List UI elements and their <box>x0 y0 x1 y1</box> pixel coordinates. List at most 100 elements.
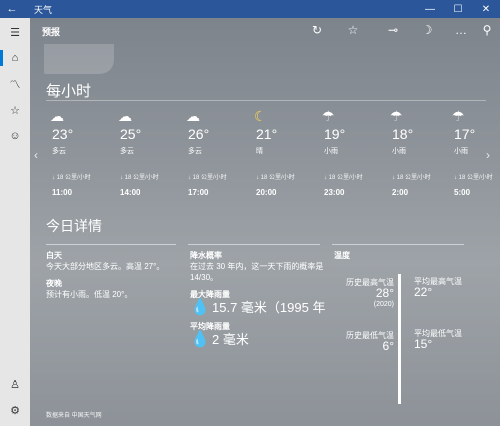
page-title: 预报 <box>42 27 61 37</box>
hour-temp: 25° <box>120 126 142 142</box>
hour-condition: 多云 <box>120 148 134 155</box>
max-rain-label: 最大降雨量 <box>190 290 230 299</box>
settings-icon[interactable]: ⚙ <box>0 398 30 422</box>
hour-time: 20:00 <box>256 188 277 197</box>
rain-icon: ☂ <box>390 108 403 124</box>
max-rain-value: 15.7 毫米（1995 年 <box>212 300 326 315</box>
hour-time: 14:00 <box>120 188 141 197</box>
main-content: 预报 ↻ ☆ ⊸ ☽ … ⚲ 每小时 ‹ › ☁ 23° 多云 ↓ 18 公里/… <box>30 18 500 426</box>
hourly-title: 每小时 <box>46 83 92 100</box>
hourly-list: ☁ 23° 多云 ↓ 18 公里/小时 11:00 ☁ 25° 多云 ↓ 18 … <box>46 106 493 218</box>
hour-wind: ↓ 18 公里/小时 <box>324 175 363 181</box>
back-button[interactable]: ← <box>0 3 24 15</box>
hour-item[interactable]: ☾ 21° 晴 ↓ 18 公里/小时 20:00 <box>250 106 312 218</box>
precip-label: 降水概率 <box>190 251 222 260</box>
moon-icon: ☾ <box>254 108 267 124</box>
hour-condition: 小雨 <box>454 148 468 155</box>
hour-condition: 小雨 <box>392 148 406 155</box>
avg-rain-label: 平均降雨量 <box>190 322 230 331</box>
pin-icon[interactable]: ⊸ <box>384 23 402 37</box>
temperature-column-left: 温度 历史最高气温 28° (2020) 历史最低气温 6° <box>334 250 394 352</box>
avg-rain-row: 💧 2 毫米 <box>190 331 332 348</box>
temperature-bar <box>398 274 401 404</box>
title-bar: ← 天气 — ☐ ✕ <box>0 0 500 18</box>
temperature-column-right: 平均最高气温 22° 平均最低气温 15° <box>414 276 494 350</box>
night-text: 预计有小雨。低温 20°。 <box>46 290 133 299</box>
favorites-icon[interactable]: ☆ <box>0 98 30 122</box>
divider <box>332 244 464 245</box>
avg-rain-value: 2 毫米 <box>212 332 249 347</box>
hour-item[interactable]: ☂ 17° 小雨 ↓ 18 公里/小时 5:00 <box>448 106 500 218</box>
lifestyle-icon[interactable]: ☺ <box>0 124 30 148</box>
command-bar: 预报 ↻ ☆ ⊸ ☽ … ⚲ <box>30 18 500 44</box>
hour-temp: 26° <box>188 126 210 142</box>
home-icon[interactable]: ⌂ <box>0 46 30 70</box>
avg-low-value: 15° <box>414 337 433 351</box>
hour-wind: ↓ 18 公里/小时 <box>454 175 493 181</box>
hour-wind: ↓ 18 公里/小时 <box>392 175 431 181</box>
favorite-icon[interactable]: ☆ <box>344 23 362 37</box>
close-button[interactable]: ✕ <box>472 4 500 15</box>
hamburger-menu-icon[interactable]: ☰ <box>0 20 30 44</box>
avg-high-value: 22° <box>414 285 433 299</box>
divider <box>46 244 176 245</box>
hour-temp: 19° <box>324 126 346 142</box>
hour-item[interactable]: ☂ 18° 小雨 ↓ 18 公里/小时 2:00 <box>386 106 448 218</box>
cloudy-icon: ☁ <box>186 108 200 124</box>
record-high-year: (2020) <box>373 301 394 308</box>
hour-temp: 17° <box>454 126 476 142</box>
hour-temp: 21° <box>256 126 278 142</box>
divider <box>46 100 486 101</box>
hour-time: 5:00 <box>454 188 471 197</box>
night-label: 夜晚 <box>46 279 62 288</box>
details-title: 今日详情 <box>46 218 102 234</box>
hour-condition: 小雨 <box>324 148 338 155</box>
maximize-button[interactable]: ☐ <box>444 4 472 15</box>
cloud-decoration <box>44 44 114 74</box>
hour-time: 2:00 <box>392 188 409 197</box>
cloudy-icon: ☁ <box>118 108 132 124</box>
hour-item[interactable]: ☁ 23° 多云 ↓ 18 公里/小时 11:00 <box>46 106 108 218</box>
max-rain-row: 💧 15.7 毫米（1995 年 <box>190 299 332 316</box>
hour-condition: 多云 <box>188 148 202 155</box>
hour-condition: 多云 <box>52 148 66 155</box>
chart-icon[interactable]: 〽 <box>0 72 30 96</box>
day-text: 今天大部分地区多云。高温 27°。 <box>46 262 165 271</box>
hour-time: 17:00 <box>188 188 209 197</box>
hour-wind: ↓ 18 公里/小时 <box>256 175 295 181</box>
window-title: 天气 <box>34 4 53 15</box>
temp-label: 温度 <box>334 251 350 260</box>
hour-item[interactable]: ☁ 26° 多云 ↓ 18 公里/小时 17:00 <box>182 106 244 218</box>
divider <box>188 244 320 245</box>
day-label: 白天 <box>46 251 62 260</box>
hour-wind: ↓ 18 公里/小时 <box>52 175 91 181</box>
account-icon[interactable]: ♙ <box>0 372 30 396</box>
hour-temp: 23° <box>52 126 74 142</box>
search-icon[interactable]: ⚲ <box>478 23 496 37</box>
record-high-value: 28° <box>375 286 394 300</box>
hour-condition: 晴 <box>256 148 263 155</box>
rain-icon: ☂ <box>452 108 465 124</box>
hour-wind: ↓ 18 公里/小时 <box>120 175 159 181</box>
cloudy-icon: ☁ <box>50 108 64 124</box>
hourly-prev-arrow[interactable]: ‹ <box>34 148 38 162</box>
raindrop-icon: 💧 <box>190 299 210 316</box>
record-low-value: 6° <box>382 339 394 353</box>
night-mode-icon[interactable]: ☽ <box>418 23 436 37</box>
day-night-column: 白天 今天大部分地区多云。高温 27°。 夜晚 预计有小雨。低温 20°。 <box>46 250 182 300</box>
hour-wind: ↓ 18 公里/小时 <box>188 175 227 181</box>
hour-time: 11:00 <box>52 188 73 197</box>
sidebar: ☰ ⌂ 〽 ☆ ☺ ♙ ⚙ <box>0 18 30 426</box>
rain-icon: ☂ <box>322 108 335 124</box>
precipitation-column: 降水概率 在过去 30 年内，这一天下雨的概率是 14/30。 最大降雨量 💧 … <box>190 250 332 348</box>
hour-time: 23:00 <box>324 188 345 197</box>
data-source: 数据来自 中国天气网 <box>46 413 102 419</box>
minimize-button[interactable]: — <box>416 4 444 15</box>
hour-item[interactable]: ☂ 19° 小雨 ↓ 18 公里/小时 23:00 <box>318 106 380 218</box>
precip-text: 在过去 30 年内，这一天下雨的概率是 14/30。 <box>190 262 324 282</box>
more-icon[interactable]: … <box>452 23 470 37</box>
refresh-icon[interactable]: ↻ <box>308 23 326 37</box>
raindrop-icon: 💧 <box>190 331 210 348</box>
hour-item[interactable]: ☁ 25° 多云 ↓ 18 公里/小时 14:00 <box>114 106 176 218</box>
hour-temp: 18° <box>392 126 414 142</box>
